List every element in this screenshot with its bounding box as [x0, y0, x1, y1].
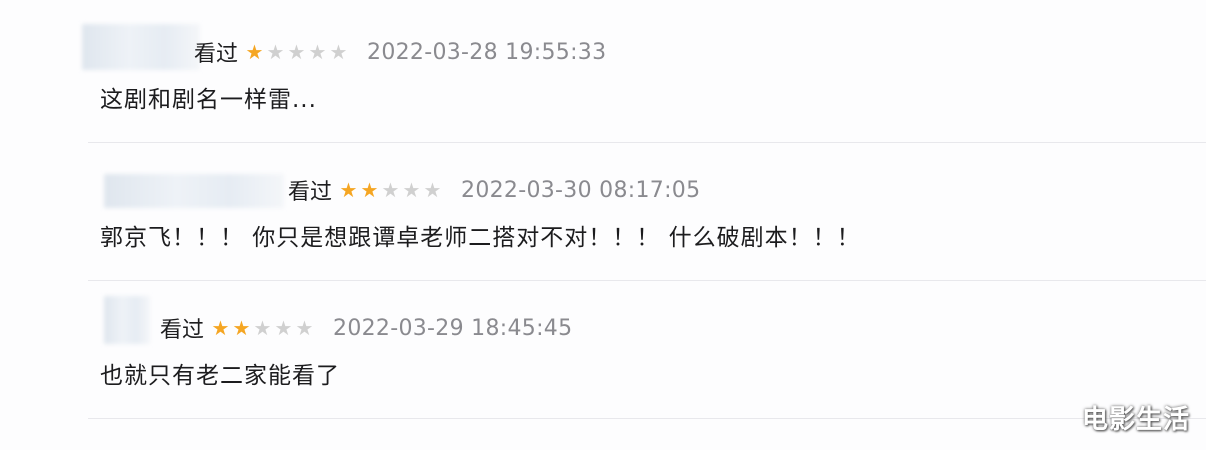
- star-icon: ★: [402, 178, 421, 202]
- star-icon: ★: [360, 178, 379, 202]
- review-text: 郭京飞！！！ 你只是想跟谭卓老师二搭对不对！！！ 什么破剧本！！！: [100, 225, 861, 251]
- review-item: 看过 ★ ★ ★ ★ ★ 2022-03-28 19:55:33 这剧和剧名一样…: [82, 6, 1206, 143]
- star-rating: ★ ★ ★ ★ ★: [244, 42, 349, 62]
- star-icon: ★: [211, 316, 230, 340]
- username-redacted: [104, 296, 150, 344]
- review-list: 看过 ★ ★ ★ ★ ★ 2022-03-28 19:55:33 这剧和剧名一样…: [0, 0, 1206, 450]
- star-icon: ★: [287, 40, 306, 64]
- star-icon: ★: [266, 40, 285, 64]
- star-rating: ★ ★ ★ ★ ★: [210, 318, 315, 338]
- review-time: 2022-03-30 08:17:05: [461, 177, 701, 203]
- star-icon: ★: [245, 40, 264, 64]
- star-rating: ★ ★ ★ ★ ★: [338, 180, 443, 200]
- star-icon: ★: [232, 316, 251, 340]
- star-icon: ★: [339, 178, 358, 202]
- star-icon: ★: [329, 40, 348, 64]
- star-icon: ★: [381, 178, 400, 202]
- review-text: 也就只有老二家能看了: [100, 363, 340, 389]
- watched-status: 看过: [160, 318, 205, 343]
- review-item: 看过 ★ ★ ★ ★ ★ 2022-03-29 18:45:45 也就只有老二家…: [88, 282, 1206, 419]
- watched-status: 看过: [194, 42, 239, 67]
- star-icon: ★: [295, 316, 314, 340]
- review-item: 看过 ★ ★ ★ ★ ★ 2022-03-30 08:17:05 郭京飞！！！ …: [88, 144, 1206, 281]
- star-icon: ★: [423, 178, 442, 202]
- review-time: 2022-03-28 19:55:33: [367, 39, 607, 65]
- star-icon: ★: [308, 40, 327, 64]
- username-redacted: [104, 174, 284, 208]
- review-text: 这剧和剧名一样雷...: [100, 87, 317, 113]
- watched-status: 看过: [288, 180, 333, 205]
- watermark: 电影生活: [1081, 405, 1190, 435]
- review-time: 2022-03-29 18:45:45: [333, 315, 573, 341]
- star-icon: ★: [274, 316, 293, 340]
- username-redacted: [82, 24, 200, 70]
- star-icon: ★: [253, 316, 272, 340]
